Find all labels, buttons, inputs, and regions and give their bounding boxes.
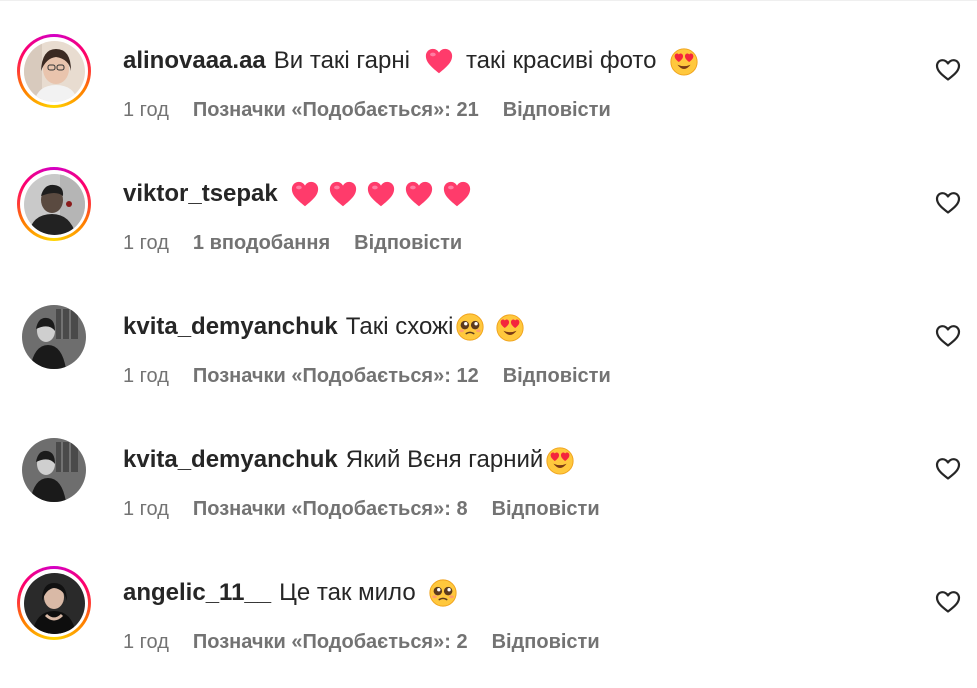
heart-emoji xyxy=(442,179,472,209)
heart-emoji xyxy=(290,179,320,209)
comment-item: kvita_demyanchuk Такі схожі 1 год Познач… xyxy=(0,300,977,410)
comment-text-line: kvita_demyanchuk Який Вєня гарний xyxy=(123,443,575,477)
comment-time[interactable]: 1 год xyxy=(123,230,169,256)
reply-button[interactable]: Відповісти xyxy=(492,496,600,522)
pleading-face-emoji xyxy=(455,312,485,342)
avatar-photo xyxy=(23,572,85,634)
comment-text-extra: такі красиві фото xyxy=(465,47,657,74)
story-ring xyxy=(17,34,91,108)
comment-username[interactable]: viktor_tsepak xyxy=(123,177,278,211)
avatar[interactable] xyxy=(17,566,91,640)
comment-text: Це так мило xyxy=(279,579,416,606)
story-ring xyxy=(17,167,91,241)
comment-likes[interactable]: Позначки «Подобається»: 8 xyxy=(193,496,468,522)
comment-item: angelic_11__ Це так мило 1 год Позначки … xyxy=(0,566,977,676)
comment-time[interactable]: 1 год xyxy=(123,629,169,655)
smiling-heart-eyes-emoji xyxy=(545,445,575,475)
comment-item: kvita_demyanchuk Який Вєня гарний 1 год … xyxy=(0,433,977,543)
comment-likes[interactable]: 1 вподобання xyxy=(193,230,330,256)
avatar[interactable] xyxy=(17,34,91,108)
comment-text: Такі схожі xyxy=(345,313,454,340)
comment-text: Ви такі гарні xyxy=(273,47,410,74)
story-ring xyxy=(17,566,91,640)
avatar-photo xyxy=(22,305,86,369)
comment-meta: 1 год Позначки «Подобається»: 8 Відповіс… xyxy=(123,496,624,522)
comment-time[interactable]: 1 год xyxy=(123,363,169,389)
comment-meta: 1 год 1 вподобання Відповісти xyxy=(123,230,486,256)
like-heart-icon[interactable] xyxy=(935,590,961,614)
heart-emoji xyxy=(424,46,454,76)
like-heart-icon[interactable] xyxy=(935,457,961,481)
like-heart-icon[interactable] xyxy=(935,58,961,82)
reply-button[interactable]: Відповісти xyxy=(492,629,600,655)
reply-button[interactable]: Відповісти xyxy=(503,363,611,389)
avatar[interactable] xyxy=(17,300,91,374)
comment-text-line: kvita_demyanchuk Такі схожі xyxy=(123,310,525,344)
comment-item: viktor_tsepak 1 год 1 вподобання Відпові… xyxy=(0,167,977,277)
comment-meta: 1 год Позначки «Подобається»: 2 Відповіс… xyxy=(123,629,624,655)
comment-username[interactable]: angelic_11__ xyxy=(123,576,271,610)
avatar[interactable] xyxy=(17,167,91,241)
comment-likes[interactable]: Позначки «Подобається»: 2 xyxy=(193,629,468,655)
comment-text: Який Вєня гарний xyxy=(345,446,544,473)
heart-emoji xyxy=(366,179,396,209)
comment-username[interactable]: kvita_demyanchuk xyxy=(123,443,338,477)
comment-text-line: angelic_11__ Це так мило xyxy=(123,576,458,610)
comment-time[interactable]: 1 год xyxy=(123,97,169,123)
avatar[interactable] xyxy=(17,433,91,507)
like-heart-icon[interactable] xyxy=(935,191,961,215)
heart-emoji xyxy=(328,179,358,209)
comment-text-line: alinovaaa.aa Ви такі гарні такі красиві … xyxy=(123,44,699,78)
like-heart-icon[interactable] xyxy=(935,324,961,348)
heart-emoji xyxy=(404,179,434,209)
top-divider xyxy=(0,0,977,1)
avatar-photo xyxy=(23,173,85,235)
avatar-photo xyxy=(22,438,86,502)
comment-username[interactable]: kvita_demyanchuk xyxy=(123,310,338,344)
comment-time[interactable]: 1 год xyxy=(123,496,169,522)
comment-item: alinovaaa.aa Ви такі гарні такі красиві … xyxy=(0,34,977,144)
comment-text-line: viktor_tsepak xyxy=(123,177,472,211)
reply-button[interactable]: Відповісти xyxy=(503,97,611,123)
comment-username[interactable]: alinovaaa.aa xyxy=(123,44,266,78)
pleading-face-emoji xyxy=(428,578,458,608)
comment-meta: 1 год Позначки «Подобається»: 21 Відпові… xyxy=(123,97,635,123)
comment-likes[interactable]: Позначки «Подобається»: 21 xyxy=(193,97,479,123)
comment-meta: 1 год Позначки «Подобається»: 12 Відпові… xyxy=(123,363,635,389)
avatar-photo xyxy=(23,40,85,102)
smiling-heart-eyes-emoji xyxy=(495,312,525,342)
comment-likes[interactable]: Позначки «Подобається»: 12 xyxy=(193,363,479,389)
smiling-heart-eyes-emoji xyxy=(669,46,699,76)
reply-button[interactable]: Відповісти xyxy=(354,230,462,256)
